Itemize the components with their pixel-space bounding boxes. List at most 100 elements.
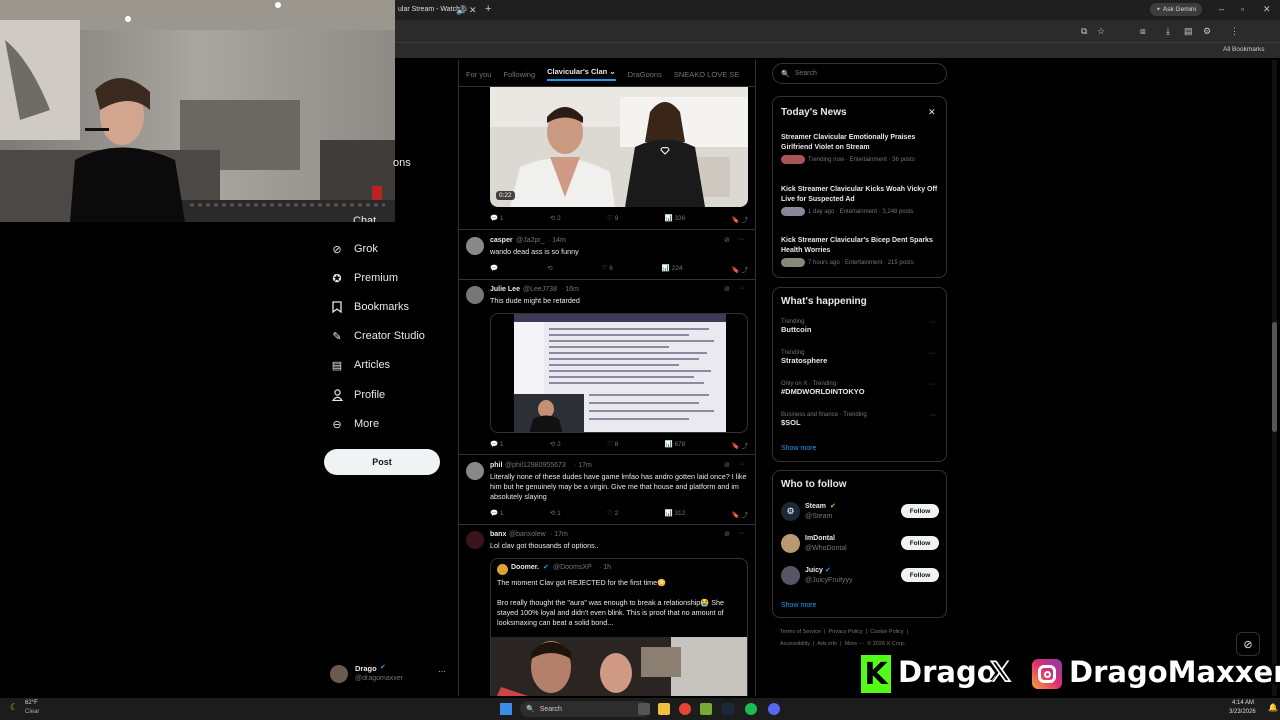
grok-icon[interactable]: ⊘ [724,285,730,293]
tab-clan[interactable]: Clavicular's Clan ⌄ [547,67,616,81]
show-more-link[interactable]: Show more [781,602,816,609]
bookmark-button[interactable]: 🔖 ⤴ [732,214,748,224]
windows-start-icon[interactable] [500,703,512,715]
sidebar-item-premium[interactable]: ✪ Premium [330,268,398,288]
ask-gemini-button[interactable]: ✦ Ask Gemini [1150,3,1202,16]
download-icon[interactable]: ⤓ [1166,26,1170,36]
tweet-handle[interactable]: @Ja2pr_ [516,237,545,244]
sidebar-item-chat[interactable]: Chat [353,215,376,222]
tab-dragoons[interactable]: DraGoons [628,70,662,79]
video-player[interactable]: 0:22 [490,87,748,207]
settings-icon[interactable]: ⚙ [1203,26,1211,36]
close-tab-icon[interactable]: ✕ [469,5,477,15]
repost-button[interactable]: ⟲ 2 [550,214,561,224]
follow-suggestion[interactable]: Juicy ✔ @JuicyFruityyy Follow [781,565,941,587]
news-item[interactable]: Kick Streamer Clavicular's Bicep Dent Sp… [781,236,941,267]
follow-suggestion[interactable]: ⚙ Steam ✔ @Steam Follow [781,501,941,523]
sidebar-item-profile[interactable]: Profile [330,385,385,405]
file-explorer-icon[interactable] [658,703,670,715]
more-dots-icon[interactable]: ··· [738,461,745,468]
clock-time[interactable]: 4:14 AM [1232,700,1254,706]
quote-video[interactable] [491,637,747,696]
sidebar-item-bookmarks[interactable]: Bookmarks [330,297,409,317]
app-icon[interactable] [700,703,712,715]
follow-button[interactable]: Follow [901,536,939,550]
screen-cast-icon[interactable]: ⧉ [1081,26,1087,36]
footer-links[interactable]: Accessibility | Ads info | More ··· © 20… [780,641,905,647]
extensions-icon[interactable]: ⧈ [1140,26,1146,36]
bookmark-button[interactable]: 🔖 ⤴ [732,509,748,519]
trend-item[interactable]: Trending Buttcoin ··· [781,319,941,334]
grok-icon[interactable]: ⊘ [724,530,730,538]
like-button[interactable]: ♡ 2 [607,509,618,519]
tweet-handle[interactable]: @LeeJ738 [523,286,557,293]
tab-following[interactable]: Following [503,70,535,79]
views-button[interactable]: 📊 224 [662,264,683,274]
discord-icon[interactable] [768,703,780,715]
minimize-icon[interactable]: – [1219,4,1224,14]
tweet-author[interactable]: Julie Lee [490,286,520,293]
post-button[interactable]: Post [324,449,440,475]
bookmark-star-icon[interactable]: ☆ [1097,26,1105,36]
news-item[interactable]: Kick Streamer Clavicular Kicks Woah Vick… [781,185,941,216]
account-switcher[interactable]: Drago ✔ @dragomaxxer ··· [330,663,450,685]
tweet-handle[interactable]: @phil12980955673 [505,462,566,469]
new-tab-icon[interactable]: + [485,4,491,15]
scrollbar-thumb[interactable] [1272,322,1277,432]
more-dots-icon[interactable]: ··· [929,319,936,326]
views-button[interactable]: 📊 678 [665,440,686,450]
all-bookmarks[interactable]: All Bookmarks [1223,46,1265,53]
show-more-link[interactable]: Show more [781,445,816,452]
follow-suggestion[interactable]: ImDontal @WhoDontal Follow [781,533,941,555]
tab-for-you[interactable]: For you [466,70,491,79]
more-dots-icon[interactable]: ··· [738,236,745,243]
sidebar-icon[interactable]: ▤ [1184,26,1193,36]
like-button[interactable]: ♡ 9 [607,214,618,224]
trend-item[interactable]: Trending Stratosphere ··· [781,350,941,365]
views-button[interactable]: 📊 312 [665,509,686,519]
reply-button[interactable]: 💬 1 [490,440,504,450]
bookmark-button[interactable]: 🔖 ⤴ [732,440,748,450]
bookmark-button[interactable]: 🔖 ⤴ [732,264,748,274]
more-dots-icon[interactable]: ··· [929,350,936,357]
taskbar-search[interactable]: 🔍 Search [520,701,650,717]
more-dots-icon[interactable]: ··· [929,381,936,388]
views-button[interactable]: 📊 336 [665,214,686,224]
sidebar-item-creator-studio[interactable]: ✎ Creator Studio [330,326,425,346]
tweet[interactable]: banx @banxolew · 17m ⊘ ··· Lol clav got … [466,530,750,696]
trend-item[interactable]: Only on X · Trending #DMDWORLDINTOKYO ··… [781,381,941,396]
tweet[interactable]: casper @Ja2pr_ · 14m ⊘ ··· wando dead as… [466,236,750,276]
reply-button[interactable]: 💬 1 [490,509,504,519]
maximize-icon[interactable]: ▫ [1241,4,1244,14]
tab-sneako[interactable]: SNEAKO LOVE SE [674,70,739,79]
close-window-icon[interactable]: ✕ [1263,4,1271,14]
grok-icon[interactable]: ⊘ [724,236,730,244]
search-input[interactable]: 🔍 Search [772,63,947,84]
menu-icon[interactable]: ⋮ [1230,26,1239,36]
footer-links[interactable]: Terms of Service | Privacy Policy | Cook… [780,629,908,635]
sidebar-item-articles[interactable]: ▤ Articles [330,355,390,375]
news-item[interactable]: Streamer Clavicular Emotionally Praises … [781,133,941,164]
sidebar-item-more[interactable]: ⊖ More [330,414,379,434]
quote-tweet[interactable]: Doomer. ✔ @DoomsXP · 1h The moment Clav … [490,558,748,696]
task-view-icon[interactable] [638,703,650,715]
like-button[interactable]: ♡ 8 [607,440,618,450]
tweet-author[interactable]: banx [490,531,506,538]
more-dots-icon[interactable]: ··· [929,412,936,419]
tweet-image[interactable] [490,313,748,433]
notification-icon[interactable]: 🔔 [1268,703,1278,712]
repost-button[interactable]: ⟲ [547,264,552,274]
chrome-icon[interactable] [679,703,691,715]
grok-icon[interactable]: ⊘ [724,461,730,469]
tweet[interactable]: phil @phil12980955673 · 17m ⊘ ··· Litera… [466,461,750,523]
tweet-handle[interactable]: @banxolew [509,531,546,538]
close-icon[interactable]: ✕ [928,107,936,118]
follow-button[interactable]: Follow [901,504,939,518]
reply-button[interactable]: 💬 1 [490,214,504,224]
sidebar-item-grok[interactable]: ⊘ Grok [330,239,377,259]
like-button[interactable]: ♡ 6 [602,264,613,274]
weather-temp[interactable]: 62°F [25,700,38,706]
follow-button[interactable]: Follow [901,568,939,582]
grok-icon[interactable]: ⊘ [1236,632,1260,656]
scrollbar[interactable] [1272,60,1277,696]
